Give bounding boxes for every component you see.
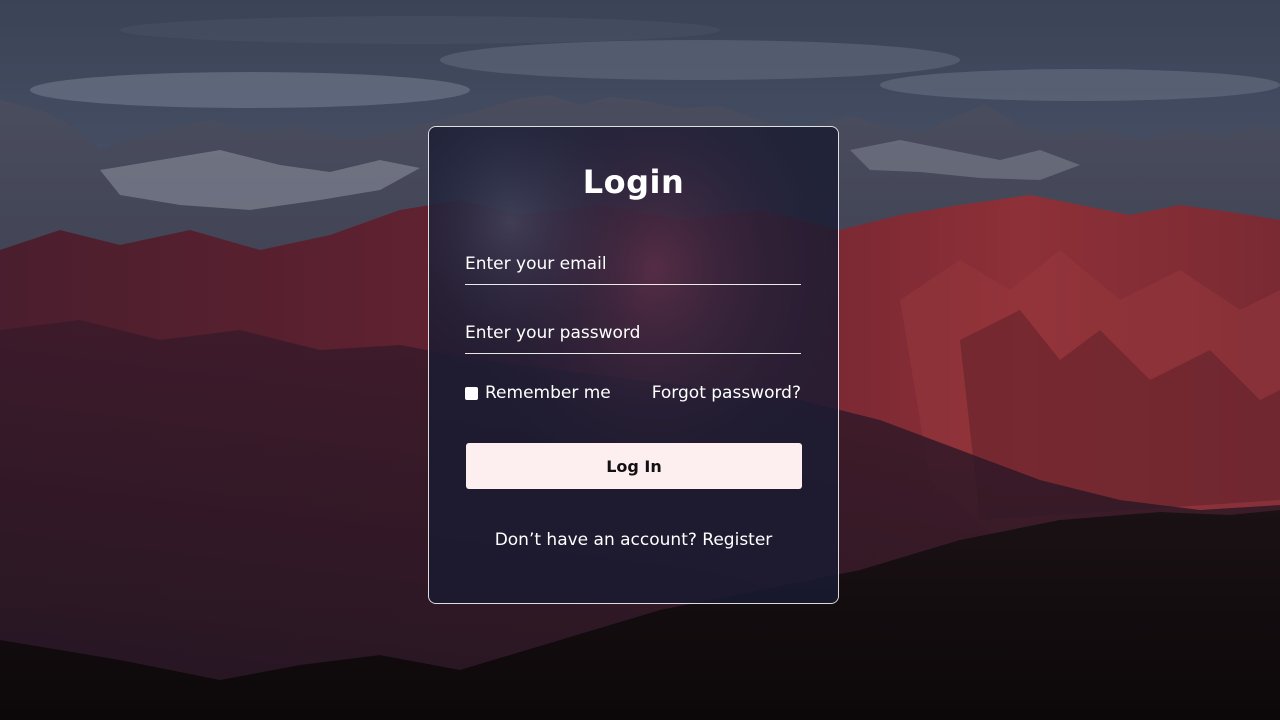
remember-me-control[interactable]: Remember me	[465, 383, 611, 403]
email-field[interactable]	[465, 244, 801, 284]
password-field[interactable]	[465, 313, 801, 353]
login-page: Login Remember me Forgot password? Log I…	[0, 0, 1280, 720]
form-title: Login	[582, 163, 685, 201]
register-prompt: Don’t have an account? Register	[429, 530, 838, 550]
register-link[interactable]: Register	[702, 530, 772, 550]
email-field-wrapper	[465, 244, 801, 285]
remember-me-label: Remember me	[485, 383, 611, 403]
register-prompt-text: Don’t have an account?	[494, 530, 697, 550]
form-options-row: Remember me Forgot password?	[465, 382, 801, 404]
forgot-password-link[interactable]: Forgot password?	[652, 383, 801, 403]
password-field-wrapper	[465, 313, 801, 354]
login-button[interactable]: Log In	[466, 443, 802, 489]
login-form: Login Remember me Forgot password? Log I…	[429, 127, 838, 603]
remember-me-checkbox[interactable]	[465, 386, 478, 400]
login-card: Login Remember me Forgot password? Log I…	[428, 126, 839, 604]
